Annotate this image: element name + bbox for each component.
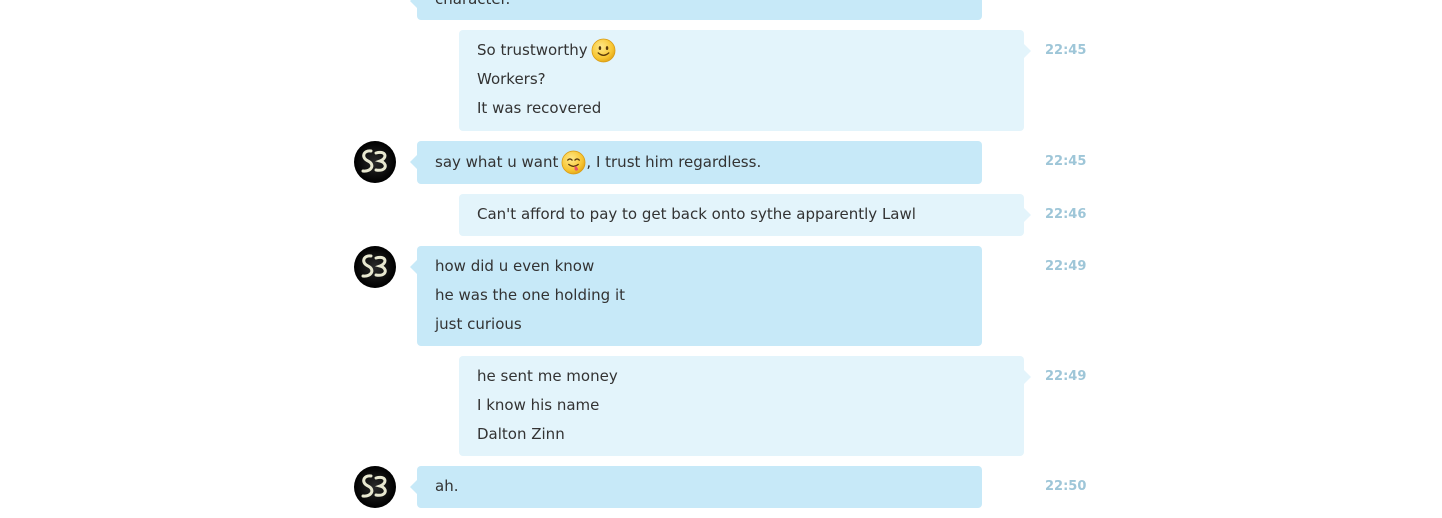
message-line: Dalton Zinn — [477, 425, 565, 443]
outgoing-message-bubble: he sent me money I know his name Dalton … — [459, 356, 1031, 456]
tongue-out-emoji-icon — [561, 150, 586, 175]
message-line: how did u even know — [435, 257, 595, 275]
message-line: Can't afford to pay to get back onto syt… — [477, 205, 916, 223]
smile-emoji-icon — [591, 38, 616, 63]
message-line: It was recovered — [477, 99, 602, 117]
message-timestamp: 22:45 — [1045, 154, 1087, 169]
avatar[interactable] — [354, 141, 396, 183]
outgoing-message-bubble: Can't afford to pay to get back onto syt… — [459, 194, 1031, 236]
message-timestamp: 22:50 — [1045, 479, 1087, 494]
incoming-message-bubble: how did u even know he was the one holdi… — [410, 246, 982, 346]
incoming-message-bubble: say what u want , I trust him regardless… — [410, 141, 982, 184]
message-timestamp: 22:45 — [1045, 43, 1087, 58]
message-timestamp: 22:46 — [1045, 207, 1087, 222]
message-line: So trustworthy — [477, 36, 1006, 65]
message-timestamp: 22:49 — [1045, 369, 1087, 384]
message-text: , I trust him regardless. — [586, 153, 762, 171]
chat-history: character. So trustworthy — [0, 0, 1442, 518]
message-timestamp: 22:49 — [1045, 259, 1087, 274]
avatar[interactable] — [354, 466, 396, 508]
message-line: just curious — [435, 315, 522, 333]
incoming-message-bubble: character. — [410, 0, 982, 20]
message-line: I know his name — [477, 396, 600, 414]
message-line: he sent me money — [477, 367, 618, 385]
message-line: ah. — [435, 477, 459, 495]
avatar[interactable] — [354, 246, 396, 288]
message-line: Workers? — [477, 70, 546, 88]
message-text: So trustworthy — [477, 41, 588, 59]
outgoing-message-bubble: So trustworthy Workers? It was recovered — [459, 30, 1031, 131]
message-line: he was the one holding it — [435, 286, 625, 304]
message-line: character. — [435, 0, 964, 14]
message-line: say what u want , I trust him regardless… — [435, 148, 964, 177]
incoming-message-bubble: ah. — [410, 466, 982, 508]
message-text: say what u want — [435, 153, 559, 171]
